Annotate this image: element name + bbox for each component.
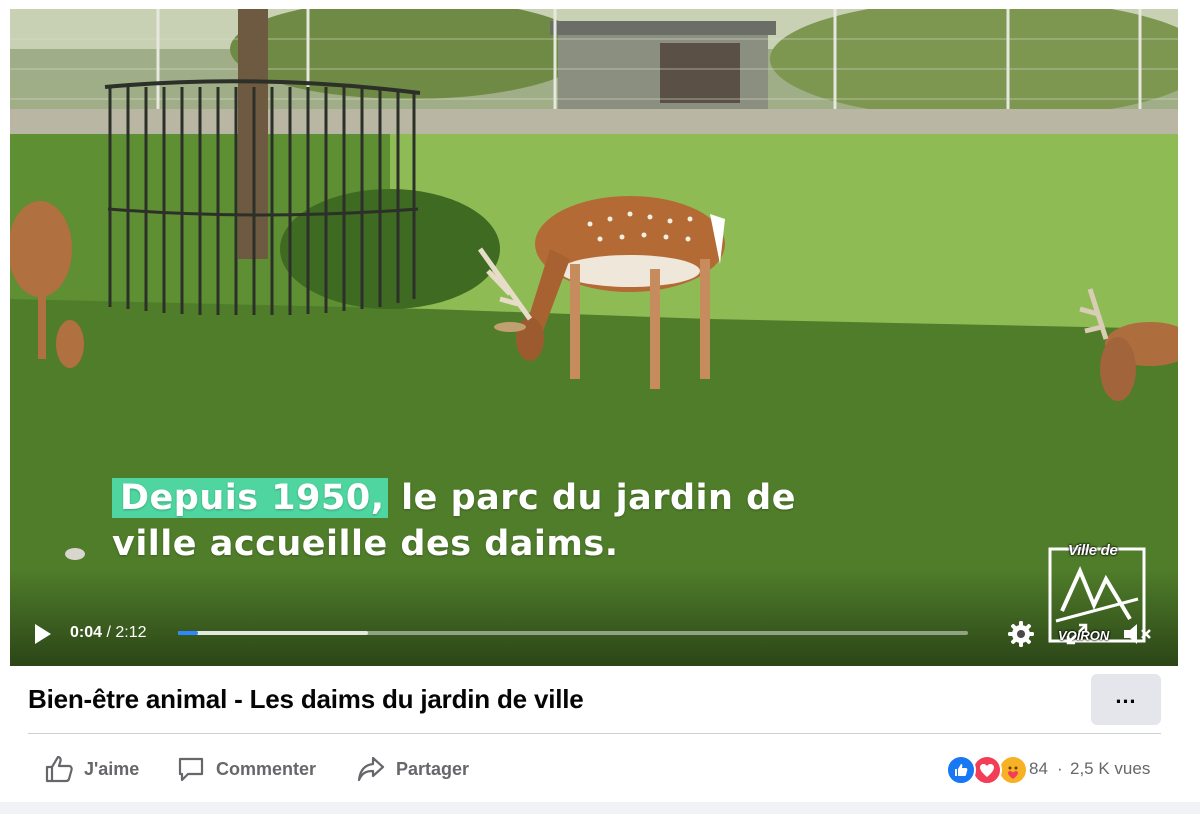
reaction-count[interactable]: 84 (1029, 759, 1048, 779)
play-icon[interactable] (30, 622, 54, 646)
progress-played (178, 631, 198, 635)
like-label: J'aime (84, 758, 140, 779)
video-controls: 0:04 / 2:12 (10, 612, 1178, 656)
video-post-card: Depuis 1950, le parc du jardin de ville … (0, 0, 1200, 802)
like-icon (946, 755, 976, 785)
video-frame (10, 9, 1178, 666)
reaction-icons[interactable] (946, 755, 1028, 785)
caption-highlight: Depuis 1950, (112, 478, 389, 518)
time-display: 0:04 / 2:12 (70, 624, 147, 642)
like-button[interactable]: J'aime (44, 752, 139, 786)
progress-bar[interactable] (178, 631, 968, 635)
expand-icon[interactable] (1066, 623, 1088, 645)
view-count: 2,5 K vues (1070, 759, 1151, 778)
video-player[interactable]: Depuis 1950, le parc du jardin de ville … (10, 9, 1178, 666)
stats-separator: · (1057, 759, 1063, 778)
post-title: Bien-être animal - Les daims du jardin d… (28, 684, 584, 714)
thumbs-up-icon (45, 755, 73, 783)
more-options-icon: … (1114, 683, 1138, 708)
share-label: Partager (396, 758, 470, 779)
share-button[interactable]: Partager (356, 752, 469, 786)
more-options-button[interactable]: … (1091, 674, 1161, 725)
share-icon (357, 756, 385, 782)
current-time: 0:04 (70, 624, 103, 641)
comment-label: Commenter (216, 758, 317, 779)
muted-speaker-icon[interactable] (1122, 621, 1156, 647)
logo-text-top: Ville de (1068, 542, 1118, 559)
love-icon (972, 755, 1002, 785)
divider (28, 733, 1161, 734)
video-caption: Depuis 1950, le parc du jardin de ville … (112, 475, 796, 567)
gear-icon[interactable] (1006, 619, 1036, 649)
comment-icon (178, 757, 204, 782)
comment-button[interactable]: Commenter (176, 752, 316, 786)
caption-line2: ville accueille des daims. (112, 524, 619, 564)
duration: 2:12 (115, 624, 147, 641)
progress-buffered (178, 631, 368, 635)
caption-line1-rest: le parc du jardin de (388, 478, 796, 518)
care-icon (998, 755, 1028, 785)
time-separator: / (102, 624, 116, 641)
